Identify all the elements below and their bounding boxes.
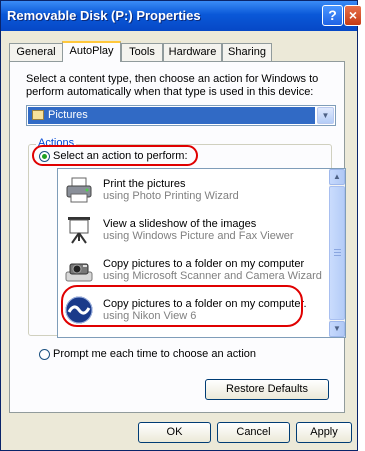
grip-line <box>334 252 341 253</box>
tab-hardware[interactable]: Hardware <box>163 43 222 61</box>
help-button[interactable]: ? <box>322 5 343 26</box>
camera-icon <box>65 263 93 282</box>
prompt-radio[interactable] <box>39 349 50 360</box>
tab-autoplay[interactable]: AutoPlay <box>62 41 121 62</box>
content-type-value: Pictures <box>48 109 88 121</box>
properties-dialog: Removable Disk (P:) Properties ? × Gener… <box>0 0 362 451</box>
scroll-thumb[interactable] <box>329 186 345 320</box>
ok-button[interactable]: OK <box>138 422 211 443</box>
list-item[interactable]: View a slideshow of the images using Win… <box>58 213 328 253</box>
action-subtitle: using Photo Printing Wizard <box>103 190 239 202</box>
action-subtitle: using Windows Picture and Fax Viewer <box>103 230 294 242</box>
chevron-down-icon[interactable]: ▼ <box>317 107 334 124</box>
close-button[interactable]: × <box>344 5 362 26</box>
list-scrollbar[interactable]: ▲ ▼ <box>329 169 345 337</box>
apply-button[interactable]: Apply <box>296 422 352 443</box>
grip-line <box>334 255 341 256</box>
grip-line <box>334 249 341 250</box>
scroll-up-icon[interactable]: ▲ <box>329 169 345 185</box>
pictures-folder-icon <box>32 110 44 120</box>
title-bar[interactable]: Removable Disk (P:) Properties ? × <box>1 1 362 31</box>
restore-defaults-button[interactable]: Restore Defaults <box>205 379 329 400</box>
window-title: Removable Disk (P:) Properties <box>7 8 201 23</box>
content-type-selected: Pictures <box>28 107 315 124</box>
action-subtitle: using Microsoft Scanner and Camera Wizar… <box>103 270 322 282</box>
printer-icon <box>66 177 92 203</box>
action-title: Print the pictures <box>103 178 186 190</box>
action-title: Copy pictures to a folder on my computer <box>103 258 305 270</box>
projector-screen-icon <box>68 217 90 244</box>
content-type-select[interactable]: Pictures ▼ <box>26 105 336 126</box>
action-title: View a slideshow of the images <box>103 218 257 230</box>
list-item[interactable]: Print the pictures using Photo Printing … <box>58 173 328 213</box>
highlight-ring <box>61 285 303 327</box>
select-action-radio[interactable] <box>39 151 50 162</box>
cancel-button[interactable]: Cancel <box>217 422 290 443</box>
tab-general[interactable]: General <box>9 43 63 61</box>
prompt-label[interactable]: Prompt me each time to choose an action <box>53 348 256 360</box>
scroll-down-icon[interactable]: ▼ <box>329 321 345 337</box>
intro-text: Select a content type, then choose an ac… <box>26 73 319 98</box>
select-action-label[interactable]: Select an action to perform: <box>53 150 188 162</box>
tab-tools[interactable]: Tools <box>121 43 163 61</box>
tab-sharing[interactable]: Sharing <box>222 43 272 61</box>
